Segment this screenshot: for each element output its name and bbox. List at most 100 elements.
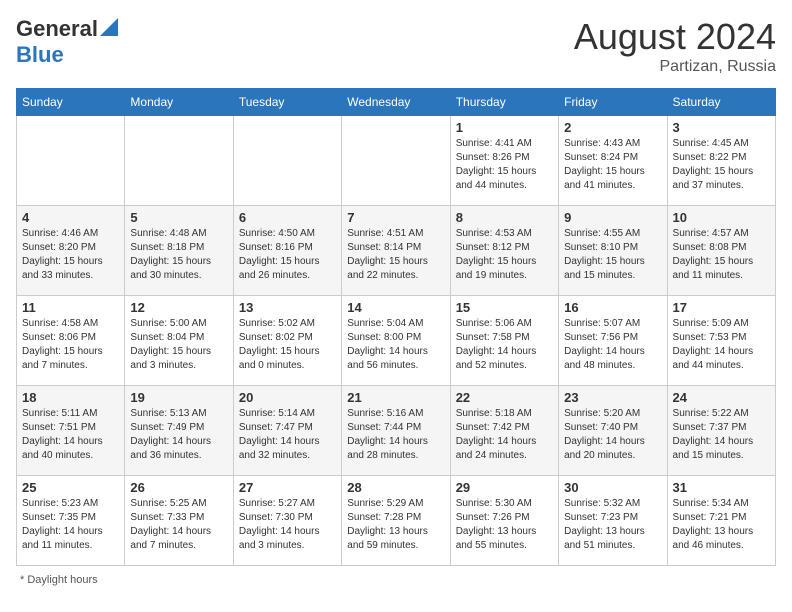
day-number: 5 xyxy=(130,210,227,225)
day-info: Sunrise: 5:27 AM Sunset: 7:30 PM Dayligh… xyxy=(239,497,336,553)
calendar-cell: 5 Sunrise: 4:48 AM Sunset: 8:18 PM Daylig… xyxy=(125,206,233,296)
day-info: Sunrise: 5:06 AM Sunset: 7:58 PM Dayligh… xyxy=(456,317,553,373)
day-info: Sunrise: 5:30 AM Sunset: 7:26 PM Dayligh… xyxy=(456,497,553,553)
calendar-header-row: Sunday Monday Tuesday Wednesday Thursday… xyxy=(17,89,776,116)
day-number: 16 xyxy=(564,300,661,315)
day-number: 12 xyxy=(130,300,227,315)
calendar-cell: 7 Sunrise: 4:51 AM Sunset: 8:14 PM Daylig… xyxy=(342,206,450,296)
day-info: Sunrise: 4:48 AM Sunset: 8:18 PM Dayligh… xyxy=(130,227,227,283)
day-info: Sunrise: 4:41 AM Sunset: 8:26 PM Dayligh… xyxy=(456,137,553,193)
calendar-cell: 27 Sunrise: 5:27 AM Sunset: 7:30 PM Dayli… xyxy=(233,476,341,566)
day-number: 25 xyxy=(22,480,119,495)
day-info: Sunrise: 4:55 AM Sunset: 8:10 PM Dayligh… xyxy=(564,227,661,283)
calendar-cell: 24 Sunrise: 5:22 AM Sunset: 7:37 PM Dayli… xyxy=(667,386,775,476)
calendar-cell: 4 Sunrise: 4:46 AM Sunset: 8:20 PM Daylig… xyxy=(17,206,125,296)
day-number: 30 xyxy=(564,480,661,495)
calendar-cell: 10 Sunrise: 4:57 AM Sunset: 8:08 PM Dayli… xyxy=(667,206,775,296)
day-info: Sunrise: 5:14 AM Sunset: 7:47 PM Dayligh… xyxy=(239,407,336,463)
day-number: 10 xyxy=(673,210,770,225)
calendar-week-row: 25 Sunrise: 5:23 AM Sunset: 7:35 PM Dayli… xyxy=(17,476,776,566)
calendar-cell xyxy=(342,116,450,206)
location-subtitle: Partizan, Russia xyxy=(574,58,776,76)
logo-text-general: General xyxy=(16,16,98,42)
day-number: 18 xyxy=(22,390,119,405)
day-info: Sunrise: 5:18 AM Sunset: 7:42 PM Dayligh… xyxy=(456,407,553,463)
day-number: 6 xyxy=(239,210,336,225)
day-number: 9 xyxy=(564,210,661,225)
logo-text-blue: Blue xyxy=(16,42,64,67)
col-wednesday: Wednesday xyxy=(342,89,450,116)
calendar-cell: 17Sunrise: 5:09 AM Sunset: 7:53 PM Dayli… xyxy=(667,296,775,386)
col-friday: Friday xyxy=(559,89,667,116)
day-info: Sunrise: 4:43 AM Sunset: 8:24 PM Dayligh… xyxy=(564,137,661,193)
day-number: 13 xyxy=(239,300,336,315)
day-info: Sunrise: 5:16 AM Sunset: 7:44 PM Dayligh… xyxy=(347,407,444,463)
calendar-cell: 2Sunrise: 4:43 AM Sunset: 8:24 PM Daylig… xyxy=(559,116,667,206)
day-number: 14 xyxy=(347,300,444,315)
title-block: August 2024 Partizan, Russia xyxy=(574,16,776,76)
calendar-week-row: 11 Sunrise: 4:58 AM Sunset: 8:06 PM Dayli… xyxy=(17,296,776,386)
day-info: Sunrise: 5:04 AM Sunset: 8:00 PM Dayligh… xyxy=(347,317,444,373)
day-info: Sunrise: 4:45 AM Sunset: 8:22 PM Dayligh… xyxy=(673,137,770,193)
calendar-table: Sunday Monday Tuesday Wednesday Thursday… xyxy=(16,88,776,566)
footer-note: * Daylight hours xyxy=(16,574,776,586)
col-sunday: Sunday xyxy=(17,89,125,116)
day-number: 21 xyxy=(347,390,444,405)
day-info: Sunrise: 4:53 AM Sunset: 8:12 PM Dayligh… xyxy=(456,227,553,283)
day-info: Sunrise: 5:34 AM Sunset: 7:21 PM Dayligh… xyxy=(673,497,770,553)
calendar-cell: 6Sunrise: 4:50 AM Sunset: 8:16 PM Daylig… xyxy=(233,206,341,296)
day-info: Sunrise: 4:46 AM Sunset: 8:20 PM Dayligh… xyxy=(22,227,119,283)
col-monday: Monday xyxy=(125,89,233,116)
month-year-title: August 2024 xyxy=(574,16,776,58)
calendar-cell: 8 Sunrise: 4:53 AM Sunset: 8:12 PM Daylig… xyxy=(450,206,558,296)
day-info: Sunrise: 5:02 AM Sunset: 8:02 PM Dayligh… xyxy=(239,317,336,373)
day-info: Sunrise: 5:25 AM Sunset: 7:33 PM Dayligh… xyxy=(130,497,227,553)
day-number: 28 xyxy=(347,480,444,495)
day-number: 29 xyxy=(456,480,553,495)
day-number: 19 xyxy=(130,390,227,405)
day-info: Sunrise: 5:13 AM Sunset: 7:49 PM Dayligh… xyxy=(130,407,227,463)
day-number: 11 xyxy=(22,300,119,315)
calendar-cell: 28Sunrise: 5:29 AM Sunset: 7:28 PM Dayli… xyxy=(342,476,450,566)
calendar-cell: 21 Sunrise: 5:16 AM Sunset: 7:44 PM Dayli… xyxy=(342,386,450,476)
day-number: 27 xyxy=(239,480,336,495)
calendar-cell xyxy=(233,116,341,206)
logo-triangle-icon xyxy=(100,18,118,36)
logo: General Blue xyxy=(16,16,118,68)
day-info: Sunrise: 4:57 AM Sunset: 8:08 PM Dayligh… xyxy=(673,227,770,283)
day-number: 4 xyxy=(22,210,119,225)
calendar-cell: 23Sunrise: 5:20 AM Sunset: 7:40 PM Dayli… xyxy=(559,386,667,476)
day-number: 7 xyxy=(347,210,444,225)
calendar-cell: 26Sunrise: 5:25 AM Sunset: 7:33 PM Dayli… xyxy=(125,476,233,566)
calendar-cell: 3Sunrise: 4:45 AM Sunset: 8:22 PM Daylig… xyxy=(667,116,775,206)
day-number: 22 xyxy=(456,390,553,405)
calendar-cell: 22 Sunrise: 5:18 AM Sunset: 7:42 PM Dayli… xyxy=(450,386,558,476)
calendar-cell: 18Sunrise: 5:11 AM Sunset: 7:51 PM Dayli… xyxy=(17,386,125,476)
col-saturday: Saturday xyxy=(667,89,775,116)
day-number: 31 xyxy=(673,480,770,495)
calendar-cell: 13 Sunrise: 5:02 AM Sunset: 8:02 PM Dayli… xyxy=(233,296,341,386)
day-info: Sunrise: 5:00 AM Sunset: 8:04 PM Dayligh… xyxy=(130,317,227,373)
col-thursday: Thursday xyxy=(450,89,558,116)
day-number: 17 xyxy=(673,300,770,315)
day-info: Sunrise: 5:23 AM Sunset: 7:35 PM Dayligh… xyxy=(22,497,119,553)
day-number: 24 xyxy=(673,390,770,405)
calendar-week-row: 18Sunrise: 5:11 AM Sunset: 7:51 PM Dayli… xyxy=(17,386,776,476)
calendar-cell: 1 Sunrise: 4:41 AM Sunset: 8:26 PM Daylig… xyxy=(450,116,558,206)
day-info: Sunrise: 5:22 AM Sunset: 7:37 PM Dayligh… xyxy=(673,407,770,463)
calendar-cell: 9 Sunrise: 4:55 AM Sunset: 8:10 PM Daylig… xyxy=(559,206,667,296)
calendar-cell: 16 Sunrise: 5:07 AM Sunset: 7:56 PM Dayli… xyxy=(559,296,667,386)
day-info: Sunrise: 5:20 AM Sunset: 7:40 PM Dayligh… xyxy=(564,407,661,463)
day-number: 8 xyxy=(456,210,553,225)
calendar-cell: 25 Sunrise: 5:23 AM Sunset: 7:35 PM Dayli… xyxy=(17,476,125,566)
day-info: Sunrise: 4:51 AM Sunset: 8:14 PM Dayligh… xyxy=(347,227,444,283)
day-info: Sunrise: 5:07 AM Sunset: 7:56 PM Dayligh… xyxy=(564,317,661,373)
calendar-cell xyxy=(17,116,125,206)
day-number: 15 xyxy=(456,300,553,315)
col-tuesday: Tuesday xyxy=(233,89,341,116)
day-number: 1 xyxy=(456,120,553,135)
day-info: Sunrise: 4:58 AM Sunset: 8:06 PM Dayligh… xyxy=(22,317,119,373)
calendar-cell: 11 Sunrise: 4:58 AM Sunset: 8:06 PM Dayli… xyxy=(17,296,125,386)
day-info: Sunrise: 5:32 AM Sunset: 7:23 PM Dayligh… xyxy=(564,497,661,553)
calendar-cell: 30 Sunrise: 5:32 AM Sunset: 7:23 PM Dayli… xyxy=(559,476,667,566)
